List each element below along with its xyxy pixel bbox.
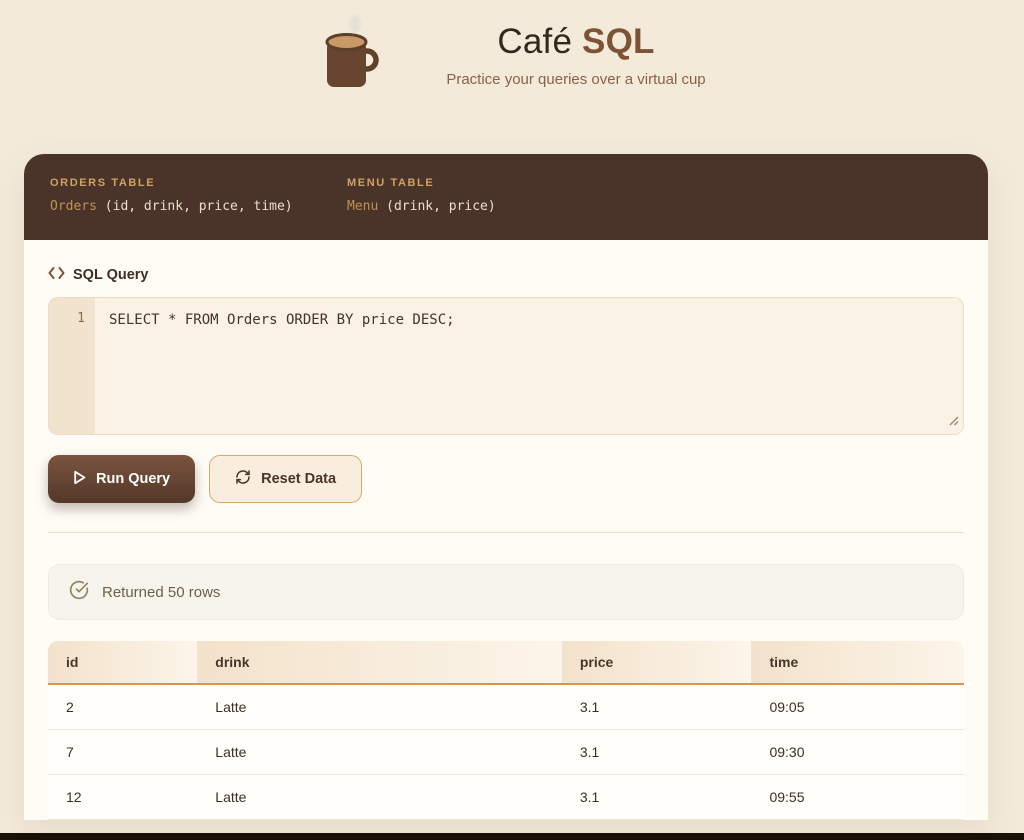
page-title-accent: SQL — [582, 22, 655, 61]
column-header-time: time — [751, 641, 964, 684]
results-header-row: iddrinkpricetime — [48, 641, 964, 684]
table-row: 2Latte3.109:05 — [48, 684, 964, 730]
main-card: ORDERS TABLE Orders (id, drink, price, t… — [24, 154, 988, 820]
run-query-button[interactable]: Run Query — [48, 455, 195, 503]
code-brackets-icon — [48, 266, 65, 284]
schema-def-orders: Orders (id, drink, price, time) — [50, 199, 305, 214]
sql-query-section-title: SQL Query — [73, 267, 148, 283]
check-circle-icon — [69, 580, 89, 604]
column-header-id: id — [48, 641, 197, 684]
coffee-mug-icon — [318, 14, 384, 97]
table-cell: 09:30 — [751, 730, 964, 775]
section-divider — [48, 532, 964, 533]
results-table: iddrinkpricetime 2Latte3.109:057Latte3.1… — [48, 641, 964, 820]
schema-bar: ORDERS TABLE Orders (id, drink, price, t… — [24, 154, 988, 240]
schema-orders-table: ORDERS TABLE Orders (id, drink, price, t… — [50, 177, 305, 214]
table-cell: Latte — [197, 684, 562, 730]
table-name-menu: Menu — [347, 199, 378, 214]
table-cell: 3.1 — [562, 775, 752, 820]
play-icon — [73, 470, 86, 489]
table-row: 12Latte3.109:55 — [48, 775, 964, 820]
editor-line-number-gutter: 1 — [49, 298, 95, 434]
table-columns-menu: (drink, price) — [386, 199, 496, 214]
schema-menu-table: MENU TABLE Menu (drink, price) — [347, 177, 602, 214]
table-cell: 2 — [48, 684, 197, 730]
table-columns-orders: (id, drink, price, time) — [105, 199, 293, 214]
page-title: Café SQL — [446, 22, 705, 62]
schema-def-menu: Menu (drink, price) — [347, 199, 602, 214]
schema-label-menu: MENU TABLE — [347, 177, 602, 189]
resize-grip-icon[interactable] — [948, 413, 959, 431]
card-body: SQL Query 1 SELECT * FROM Orders ORDER B… — [24, 240, 988, 820]
table-cell: 09:55 — [751, 775, 964, 820]
reset-data-label: Reset Data — [261, 471, 336, 487]
table-cell: Latte — [197, 775, 562, 820]
status-bar: Returned 50 rows — [48, 564, 964, 620]
page-subtitle: Practice your queries over a virtual cup — [446, 71, 705, 88]
table-cell: 7 — [48, 730, 197, 775]
sql-query-input[interactable]: SELECT * FROM Orders ORDER BY price DESC… — [95, 298, 963, 434]
table-cell: 3.1 — [562, 684, 752, 730]
table-name-orders: Orders — [50, 199, 97, 214]
table-cell: Latte — [197, 730, 562, 775]
line-number: 1 — [77, 311, 85, 326]
sql-editor: 1 SELECT * FROM Orders ORDER BY price DE… — [48, 297, 964, 435]
status-message: Returned 50 rows — [102, 584, 220, 601]
column-header-drink: drink — [197, 641, 562, 684]
sql-query-section-label: SQL Query — [48, 266, 964, 284]
reset-data-button[interactable]: Reset Data — [209, 455, 362, 503]
footer-bar — [0, 833, 1024, 840]
steam-icon — [350, 15, 361, 33]
table-cell: 12 — [48, 775, 197, 820]
table-cell: 09:05 — [751, 684, 964, 730]
schema-label-orders: ORDERS TABLE — [50, 177, 305, 189]
toolbar: Run Query Reset Data — [48, 455, 964, 503]
table-cell: 3.1 — [562, 730, 752, 775]
title-block: Café SQL Practice your queries over a vi… — [446, 22, 705, 88]
app-header: Café SQL Practice your queries over a vi… — [0, 0, 1024, 104]
table-row: 7Latte3.109:30 — [48, 730, 964, 775]
results-body: 2Latte3.109:057Latte3.109:3012Latte3.109… — [48, 684, 964, 820]
refresh-icon — [235, 469, 251, 489]
column-header-price: price — [562, 641, 752, 684]
run-query-label: Run Query — [96, 471, 170, 487]
